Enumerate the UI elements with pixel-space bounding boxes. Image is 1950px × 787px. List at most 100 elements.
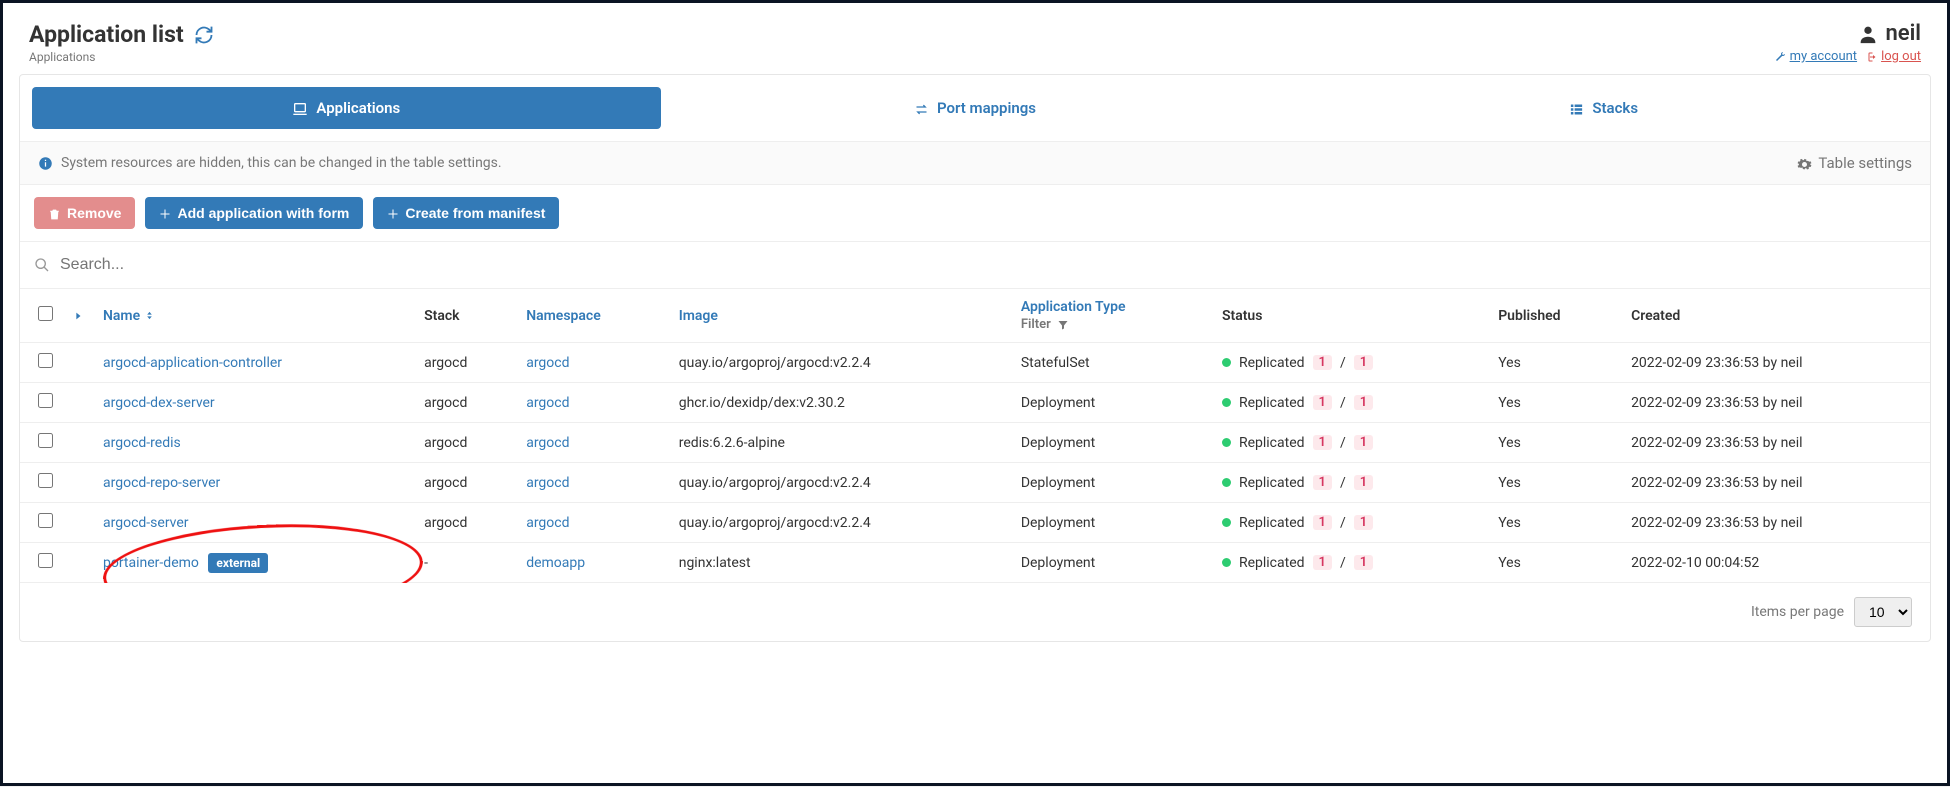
replica-total: 1 [1354,435,1373,450]
add-application-button[interactable]: Add application with form [145,197,363,229]
type-cell: Deployment [1011,463,1212,503]
published-cell: Yes [1488,423,1621,463]
published-cell: Yes [1488,543,1621,583]
created-cell: 2022-02-09 23:36:53 by neil [1621,343,1930,383]
external-badge: external [208,553,268,573]
image-cell: quay.io/argoproj/argocd:v2.2.4 [669,343,1011,383]
status-dot-icon [1222,438,1231,447]
row-checkbox[interactable] [38,433,53,448]
trash-icon [48,205,61,221]
replica-count: 1 [1313,515,1332,530]
status-cell: Replicated 1 / 1 [1222,355,1478,371]
select-all-checkbox[interactable] [38,306,53,321]
list-icon [1569,99,1584,117]
col-image[interactable]: Image [669,289,1011,343]
status-cell: Replicated 1 / 1 [1222,555,1478,571]
items-per-page-label: Items per page [1751,604,1844,620]
tab-port-mappings[interactable]: Port mappings [661,87,1290,129]
created-cell: 2022-02-09 23:36:53 by neil [1621,383,1930,423]
replica-count: 1 [1313,395,1332,410]
my-account-link[interactable]: my account [1774,49,1857,64]
tabs: Applications Port mappings Stacks [20,75,1930,141]
published-cell: Yes [1488,343,1621,383]
stack-cell: argocd [414,383,516,423]
status-cell: Replicated 1 / 1 [1222,395,1478,411]
sort-icon [144,308,155,324]
app-name-link[interactable]: argocd-dex-server [103,395,215,411]
status-cell: Replicated 1 / 1 [1222,435,1478,451]
table-row: argocd-dex-server argocd argocd ghcr.io/… [20,383,1930,423]
refresh-icon[interactable] [194,25,214,45]
plus-icon [159,205,171,221]
col-status: Status [1212,289,1488,343]
status-cell: Replicated 1 / 1 [1222,475,1478,491]
row-checkbox[interactable] [38,353,53,368]
items-per-page-select[interactable]: 10 [1854,597,1912,627]
replica-total: 1 [1354,475,1373,490]
status-dot-icon [1222,518,1231,527]
filter-icon[interactable] [1057,317,1069,332]
status-dot-icon [1222,478,1231,487]
remove-button[interactable]: Remove [34,197,135,229]
replica-total: 1 [1354,355,1373,370]
page-header: Application list Applications neil my ac… [3,3,1947,74]
tab-stacks[interactable]: Stacks [1289,87,1918,129]
row-checkbox[interactable] [38,393,53,408]
col-name[interactable]: Name [93,289,414,343]
type-cell: Deployment [1011,503,1212,543]
col-stack: Stack [414,289,516,343]
stack-cell: argocd [414,343,516,383]
logout-link[interactable]: log out [1865,49,1921,64]
app-name-link[interactable]: argocd-repo-server [103,475,220,491]
stack-cell: argocd [414,423,516,463]
namespace-link[interactable]: argocd [526,515,569,531]
namespace-link[interactable]: demoapp [526,555,585,571]
col-app-type[interactable]: Application Type Filter [1011,289,1212,343]
row-checkbox[interactable] [38,513,53,528]
table-row: argocd-server argocd argocd quay.io/argo… [20,503,1930,543]
row-checkbox[interactable] [38,553,53,568]
info-icon [38,155,53,171]
col-published: Published [1488,289,1621,343]
app-name-link[interactable]: argocd-application-controller [103,355,282,371]
status-cell: Replicated 1 / 1 [1222,515,1478,531]
logout-icon [1865,49,1877,64]
status-dot-icon [1222,398,1231,407]
namespace-link[interactable]: argocd [526,475,569,491]
published-cell: Yes [1488,383,1621,423]
published-cell: Yes [1488,463,1621,503]
plus-icon [387,205,399,221]
replica-total: 1 [1354,555,1373,570]
row-checkbox[interactable] [38,473,53,488]
image-cell: ghcr.io/dexidp/dex:v2.30.2 [669,383,1011,423]
table-settings-button[interactable]: Table settings [1797,154,1912,172]
app-name-link[interactable]: argocd-server [103,515,189,531]
search-icon [34,257,50,273]
applications-table: Name Stack Namespace Image Application T… [20,289,1930,583]
namespace-link[interactable]: argocd [526,435,569,451]
user-icon [1857,21,1879,46]
create-from-manifest-button[interactable]: Create from manifest [373,197,559,229]
swap-icon [914,99,929,117]
wrench-icon [1774,49,1786,64]
replica-count: 1 [1313,435,1332,450]
image-cell: quay.io/argoproj/argocd:v2.2.4 [669,463,1011,503]
table-row: argocd-redis argocd argocd redis:6.2.6-a… [20,423,1930,463]
app-name-link[interactable]: argocd-redis [103,435,181,451]
replica-total: 1 [1354,515,1373,530]
col-namespace[interactable]: Namespace [516,289,669,343]
image-cell: redis:6.2.6-alpine [669,423,1011,463]
info-message: System resources are hidden, this can be… [38,155,502,171]
tab-applications[interactable]: Applications [32,87,661,129]
replica-count: 1 [1313,355,1332,370]
status-dot-icon [1222,358,1231,367]
page-title: Application list [29,21,184,48]
namespace-link[interactable]: argocd [526,355,569,371]
search-input[interactable] [60,252,1916,278]
image-cell: quay.io/argoproj/argocd:v2.2.4 [669,503,1011,543]
col-created: Created [1621,289,1930,343]
expand-all-toggle[interactable] [63,289,93,343]
namespace-link[interactable]: argocd [526,395,569,411]
app-name-link[interactable]: portainer-demo [103,555,199,571]
breadcrumb: Applications [29,50,214,64]
